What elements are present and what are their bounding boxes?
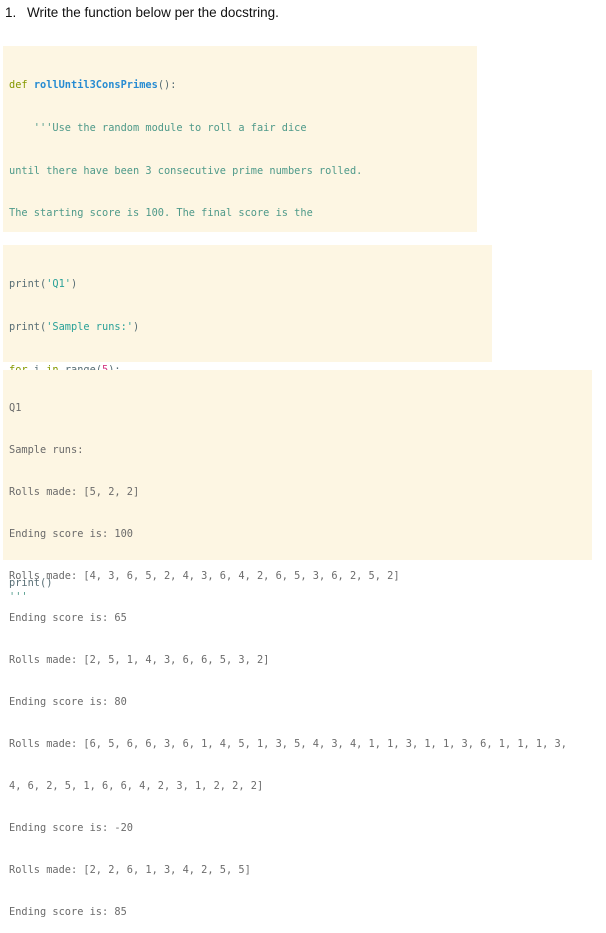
code-line-print-q1: print('Q1') — [9, 277, 492, 291]
output-line: 4, 6, 2, 5, 1, 6, 6, 4, 2, 3, 1, 2, 2, 2… — [9, 780, 264, 792]
output-line: Rolls made: [6, 5, 6, 6, 3, 6, 1, 4, 5, … — [9, 738, 567, 750]
docstring-line: '''Use the random module to roll a fair … — [9, 122, 307, 134]
output-line: Sample runs: — [9, 444, 84, 456]
paren: ) — [71, 278, 78, 291]
string-literal: 'Sample runs:' — [46, 321, 133, 333]
print-call: print( — [9, 278, 47, 291]
question-heading: 1. Write the function below per the docst… — [5, 5, 279, 20]
function-name: rollUntil3ConsPrimes — [33, 79, 158, 92]
def-keyword: def — [9, 79, 28, 92]
docstring-line: ''' — [9, 590, 28, 603]
string-literal: 'Q1' — [46, 278, 72, 291]
output-line: Rolls made: [2, 5, 1, 4, 3, 6, 6, 5, 3, … — [9, 654, 270, 666]
output-line: Ending score is: -20 — [9, 822, 133, 834]
def-line: def rollUntil3ConsPrimes(): — [9, 78, 477, 92]
paren: ) — [133, 321, 140, 333]
question-text: Write the function below per the docstri… — [27, 5, 279, 20]
sample-output-block: Q1 Sample runs: Rolls made: [5, 2, 2] En… — [3, 370, 592, 918]
output-line: Q1 — [9, 402, 22, 414]
docstring-line: until there have been 3 consecutive prim… — [9, 164, 363, 177]
question-number: 1. — [5, 5, 17, 20]
output-line: Rolls made: [2, 2, 6, 1, 3, 4, 2, 5, 5] — [9, 864, 251, 876]
print-call: print( — [9, 321, 47, 333]
output-line: Rolls made: [5, 2, 2] — [9, 486, 140, 498]
output-line: Ending score is: 100 — [9, 528, 133, 540]
output-line: Ending score is: 65 — [9, 612, 127, 624]
docstring-line: The starting score is 100. The final sco… — [9, 207, 313, 220]
output-line: Ending score is: 80 — [9, 696, 127, 708]
output-line: Ending score is: 85 — [9, 906, 127, 918]
code-line-print-sample: print('Sample runs:') — [9, 320, 492, 334]
output-line: Rolls made: [4, 3, 6, 5, 2, 4, 3, 6, 4, … — [9, 570, 400, 582]
test-code-block: print('Q1') print('Sample runs:') for i … — [3, 245, 492, 589]
function-definition-block: def rollUntil3ConsPrimes(): '''Use the r… — [3, 46, 477, 603]
signature-suffix: (): — [157, 79, 177, 92]
